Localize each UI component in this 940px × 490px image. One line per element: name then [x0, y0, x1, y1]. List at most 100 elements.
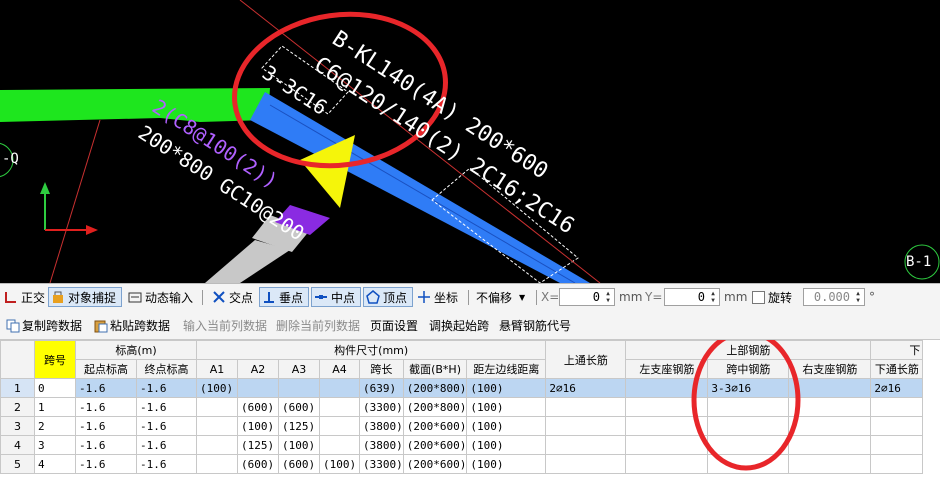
cell-distance[interactable]: (100)	[466, 454, 547, 474]
cell-end-elev[interactable]: -1.6	[136, 378, 197, 398]
row-number[interactable]: 5	[0, 454, 35, 474]
header-a1[interactable]: A1	[196, 359, 238, 379]
rotate-toggle[interactable]: 旋转	[750, 287, 794, 307]
cantilever-rebar-button[interactable]: 悬臂钢筋代号	[499, 317, 571, 334]
y-input[interactable]: 0 ▲ ▼	[664, 288, 720, 306]
table-row[interactable]: 3 2 -1.6 -1.6 (100) (125) (3800) (200*600) (100)	[0, 416, 924, 436]
cell-right-support[interactable]	[788, 435, 872, 455]
cell-span[interactable]: 2	[34, 416, 76, 436]
row-number[interactable]: 2	[0, 397, 35, 417]
paste-span-button[interactable]: 粘贴跨数据	[94, 317, 170, 334]
row-number[interactable]: 1	[0, 378, 35, 398]
rotate-input[interactable]: 0.000 ▲ ▼	[803, 288, 865, 306]
row-number[interactable]: 3	[0, 416, 35, 436]
midpoint-snap[interactable]: 中点	[311, 287, 361, 307]
cell-a3[interactable]: (600)	[278, 454, 320, 474]
rotate-checkbox[interactable]	[752, 290, 765, 304]
cell-left-support[interactable]	[625, 454, 709, 474]
cell-right-support[interactable]	[788, 397, 872, 417]
table-row[interactable]: 5 4 -1.6 -1.6 (600) (600) (100) (3300) (200*600)…	[0, 454, 924, 474]
cell-a4[interactable]	[319, 378, 360, 398]
adjust-start-span-button[interactable]: 调换起始跨	[429, 317, 489, 334]
object-snap-toggle[interactable]: 对象捕捉	[48, 287, 122, 307]
cell-span[interactable]: 1	[34, 397, 76, 417]
header-right-support[interactable]: 右支座钢筋	[788, 359, 872, 379]
header-mid-span[interactable]: 跨中钢筋	[707, 359, 790, 379]
cell-a4[interactable]	[319, 416, 360, 436]
cell-a1[interactable]: (100)	[196, 378, 238, 398]
y-spinner[interactable]: ▲ ▼	[708, 290, 718, 304]
cell-bottom-through[interactable]	[870, 435, 924, 455]
cell-end-elev[interactable]: -1.6	[136, 397, 197, 417]
delete-column-button[interactable]: 删除当前列数据	[276, 317, 360, 334]
cell-a3[interactable]: (125)	[278, 416, 320, 436]
input-column-button[interactable]: 输入当前列数据	[183, 317, 267, 334]
header-a3[interactable]: A3	[278, 359, 320, 379]
perpendicular-snap[interactable]: 垂点	[259, 287, 309, 307]
cell-a2[interactable]	[237, 378, 279, 398]
cell-span[interactable]: 3	[34, 435, 76, 455]
cell-section[interactable]: (200*600)	[402, 454, 468, 474]
cell-a1[interactable]	[196, 454, 238, 474]
vertex-snap[interactable]: 顶点	[363, 287, 413, 307]
cell-span-length[interactable]: (3800)	[359, 416, 404, 436]
cell-mid-span[interactable]: 3-3⌀16	[707, 378, 790, 398]
table-row[interactable]: 1 0 -1.6 -1.6 (100) (639) (200*800) (100) 2⌀16 3-…	[0, 378, 924, 398]
cell-top-through[interactable]	[545, 416, 627, 436]
cell-top-through[interactable]	[545, 435, 627, 455]
cell-top-through[interactable]: 2⌀16	[545, 378, 627, 398]
cell-start-elev[interactable]: -1.6	[75, 454, 137, 474]
cell-a4[interactable]	[319, 397, 360, 417]
cell-distance[interactable]: (100)	[466, 435, 547, 455]
cell-section[interactable]: (200*800)	[402, 378, 468, 398]
intersection-snap[interactable]: 交点	[210, 287, 255, 307]
x-input[interactable]: 0 ▲ ▼	[559, 288, 615, 306]
cell-right-support[interactable]	[788, 416, 872, 436]
cell-span-length[interactable]: (3300)	[359, 454, 404, 474]
header-span-length[interactable]: 跨长	[359, 359, 404, 379]
cell-start-elev[interactable]: -1.6	[75, 416, 137, 436]
cell-start-elev[interactable]: -1.6	[75, 435, 137, 455]
cell-a4[interactable]: (100)	[319, 454, 360, 474]
cell-distance[interactable]: (100)	[466, 416, 547, 436]
header-top-through[interactable]: 上通长筋	[545, 340, 627, 379]
cell-span-length[interactable]: (639)	[359, 378, 404, 398]
x-spinner[interactable]: ▲ ▼	[603, 290, 613, 304]
cell-bottom-through[interactable]: 2⌀16	[870, 378, 924, 398]
cell-start-elev[interactable]: -1.6	[75, 378, 137, 398]
cell-a3[interactable]: (600)	[278, 397, 320, 417]
cell-right-support[interactable]	[788, 454, 872, 474]
ortho-toggle[interactable]: 正交	[2, 287, 47, 307]
cell-a2[interactable]: (125)	[237, 435, 279, 455]
cell-span[interactable]: 0	[34, 378, 76, 398]
cell-section[interactable]: (200*600)	[402, 416, 468, 436]
cell-left-support[interactable]	[625, 435, 709, 455]
rotate-spinner[interactable]: ▲ ▼	[853, 290, 863, 304]
header-section[interactable]: 截面(B*H)	[402, 359, 468, 379]
cell-mid-span[interactable]	[707, 454, 790, 474]
cell-span-length[interactable]: (3800)	[359, 435, 404, 455]
table-row[interactable]: 2 1 -1.6 -1.6 (600) (600) (3300) (200*800) (100)	[0, 397, 924, 417]
cell-end-elev[interactable]: -1.6	[136, 454, 197, 474]
copy-span-button[interactable]: 复制跨数据	[6, 317, 82, 334]
cell-bottom-through[interactable]	[870, 454, 924, 474]
header-bottom-through[interactable]: 下通长筋	[870, 359, 924, 379]
cell-a1[interactable]	[196, 435, 238, 455]
cell-span-length[interactable]: (3300)	[359, 397, 404, 417]
cell-distance[interactable]: (100)	[466, 397, 547, 417]
cell-mid-span[interactable]	[707, 435, 790, 455]
cell-left-support[interactable]	[625, 397, 709, 417]
cell-right-support[interactable]	[788, 378, 872, 398]
header-end-elevation[interactable]: 终点标高	[136, 359, 197, 379]
cell-a2[interactable]: (600)	[237, 397, 279, 417]
cell-a3[interactable]: (100)	[278, 435, 320, 455]
cell-distance[interactable]: (100)	[466, 378, 547, 398]
header-left-support[interactable]: 左支座钢筋	[625, 359, 709, 379]
cell-mid-span[interactable]	[707, 416, 790, 436]
cell-left-support[interactable]	[625, 378, 709, 398]
cell-span[interactable]: 4	[34, 454, 76, 474]
cell-start-elev[interactable]: -1.6	[75, 397, 137, 417]
coordinate-snap[interactable]: 坐标	[415, 287, 460, 307]
cell-bottom-through[interactable]	[870, 416, 924, 436]
header-distance-left[interactable]: 距左边线距离	[466, 359, 547, 379]
